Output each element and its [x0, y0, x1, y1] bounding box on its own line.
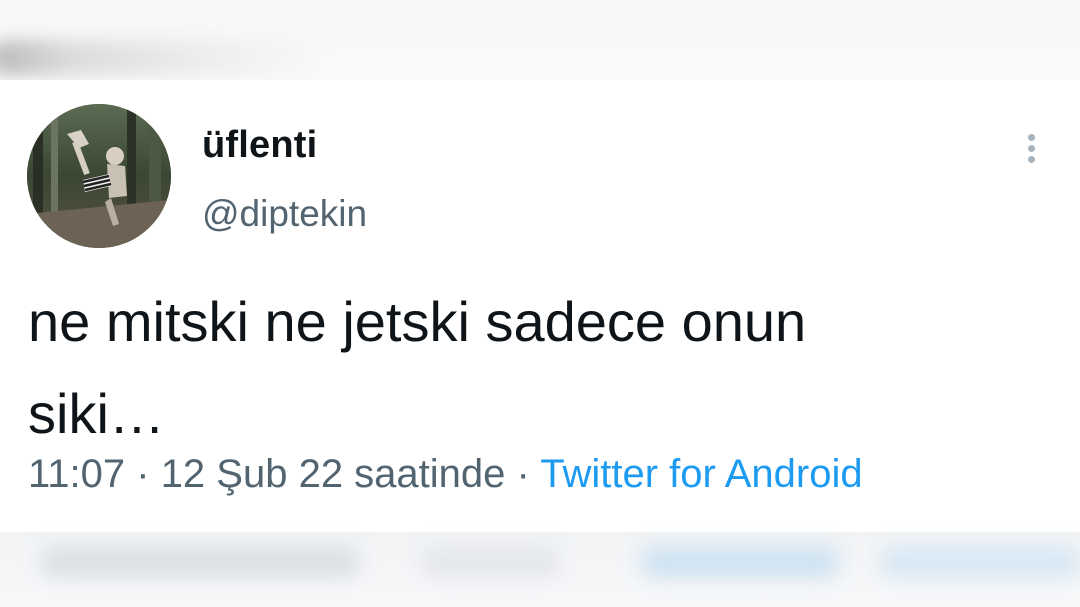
user-handle[interactable]: @diptekin [202, 193, 367, 235]
tweet-text: ne mitski ne jetski sadece onun siki… [28, 276, 1018, 460]
blurred-text-smudge [0, 40, 320, 76]
more-dot [1028, 156, 1035, 163]
avatar-photo-icon [27, 104, 171, 248]
more-dot [1028, 145, 1035, 152]
tweet-text-line-1: ne mitski ne jetski sadece onun [28, 290, 807, 353]
blurred-smudge [40, 546, 360, 578]
tweet-date[interactable]: 12 Şub 22 saatinde [161, 452, 506, 496]
avatar[interactable] [27, 104, 171, 248]
tweet-text-line-2: siki… [28, 382, 165, 445]
tweet-card: üflenti @diptekin ne mitski ne jetski sa… [0, 80, 1080, 532]
blurred-previous-content [0, 0, 1080, 80]
blurred-action-bar [0, 532, 1080, 607]
blurred-smudge [640, 546, 840, 578]
tweet-meta: 11:07 · 12 Şub 22 saatinde · Twitter for… [28, 452, 863, 497]
blurred-smudge [880, 546, 1080, 578]
meta-separator: · [125, 452, 161, 496]
display-name[interactable]: üflenti [202, 124, 317, 167]
more-vertical-icon[interactable] [1016, 128, 1046, 168]
tweet-time[interactable]: 11:07 [28, 452, 125, 496]
blurred-smudge [420, 546, 560, 578]
meta-separator: · [505, 452, 541, 496]
screenshot-stage: üflenti @diptekin ne mitski ne jetski sa… [0, 0, 1080, 607]
tweet-source-link[interactable]: Twitter for Android [540, 452, 862, 496]
more-dot [1028, 134, 1035, 141]
